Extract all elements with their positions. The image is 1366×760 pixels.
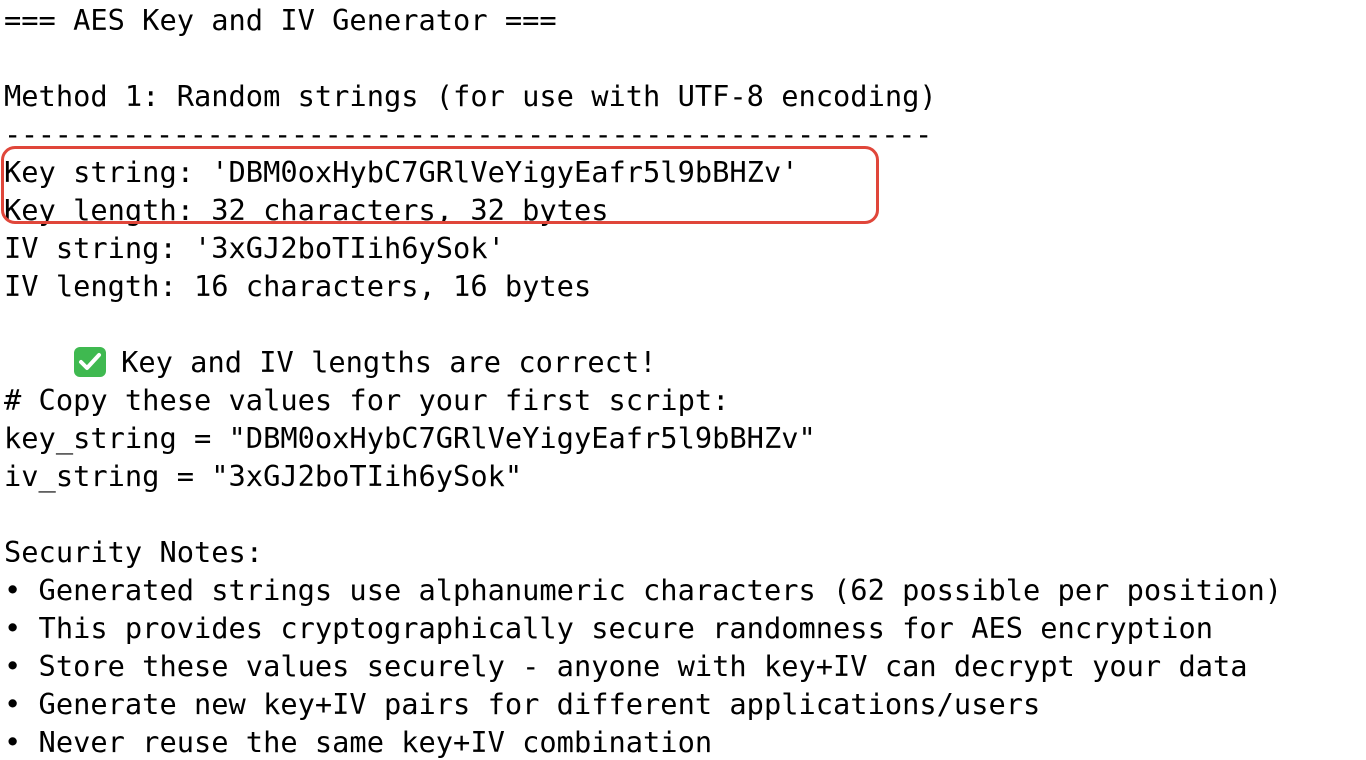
copy-comment: # Copy these values for your first scrip…	[4, 383, 730, 417]
security-heading: Security Notes:	[4, 535, 264, 569]
generator-title: === AES Key and IV Generator ===	[4, 3, 557, 37]
status-line: Key and IV lengths are correct!	[4, 305, 657, 379]
key-assignment: key_string = "DBM0oxHybC7GRlVeYigyEafr5l…	[4, 421, 816, 455]
security-note: • Generate new key+IV pairs for differen…	[4, 687, 1041, 721]
security-note: • Generated strings use alphanumeric cha…	[4, 573, 1283, 607]
security-note: • Never reuse the same key+IV combinatio…	[4, 725, 713, 759]
security-note: • Store these values securely - anyone w…	[4, 649, 1248, 683]
method1-heading: Method 1: Random strings (for use with U…	[4, 79, 937, 113]
security-note: • This provides cryptographically secure…	[4, 611, 1213, 645]
iv-length-line: IV length: 16 characters, 16 bytes	[4, 269, 592, 303]
key-length-line: Key length: 32 characters, 32 bytes	[4, 193, 609, 227]
iv-string-line: IV string: '3xGJ2boTIih6ySok'	[4, 231, 505, 265]
status-text: Key and IV lengths are correct!	[121, 345, 657, 379]
terminal-output: === AES Key and IV Generator === Method …	[0, 0, 1366, 760]
separator-line: ----------------------------------------…	[4, 117, 932, 151]
iv-assignment: iv_string = "3xGJ2boTIih6ySok"	[4, 459, 523, 493]
key-string-line: Key string: 'DBM0oxHybC7GRlVeYigyEafr5l9…	[4, 155, 799, 189]
check-mark-icon	[73, 346, 107, 378]
